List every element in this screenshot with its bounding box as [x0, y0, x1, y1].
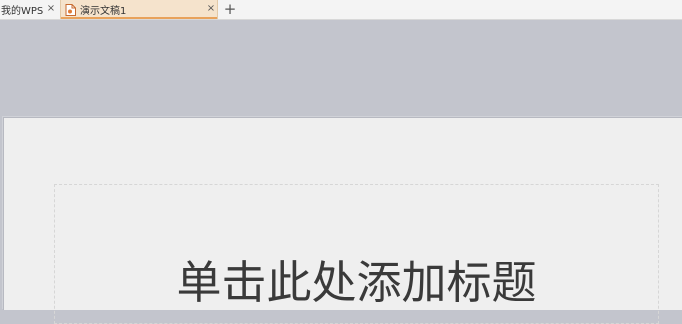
- tab-presentation-label: 演示文稿1: [80, 6, 127, 17]
- slide-canvas[interactable]: 单击此处添加标题: [3, 117, 682, 324]
- tab-my-wps-label: 我的WPS: [1, 6, 44, 17]
- new-tab-button[interactable]: +: [222, 1, 238, 17]
- close-icon[interactable]: ×: [205, 3, 217, 15]
- tab-my-wps[interactable]: 我的WPS ×: [0, 0, 60, 19]
- presentation-file-icon: [65, 3, 76, 16]
- active-tab-indicator: [61, 17, 217, 19]
- close-icon[interactable]: ×: [45, 3, 57, 15]
- tab-presentation[interactable]: 演示文稿1 ×: [60, 0, 218, 19]
- slide-workspace: 单击此处添加标题: [0, 20, 682, 324]
- title-placeholder-box[interactable]: 单击此处添加标题: [54, 184, 659, 324]
- tab-bar: 我的WPS × 演示文稿1 × +: [0, 0, 682, 20]
- title-placeholder-text: 单击此处添加标题: [176, 256, 537, 309]
